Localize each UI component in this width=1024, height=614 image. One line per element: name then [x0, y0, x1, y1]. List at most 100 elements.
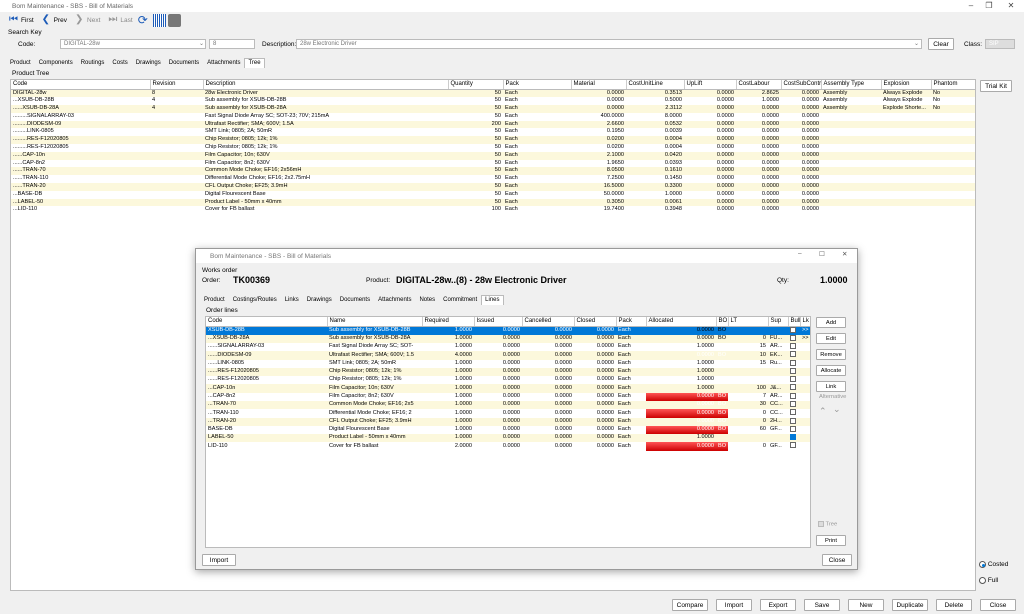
bulk-cell[interactable]	[788, 359, 800, 368]
bulk-checkbox-icon[interactable]	[790, 376, 796, 383]
clear-button[interactable]: Clear	[928, 38, 954, 50]
link-cell[interactable]	[800, 426, 810, 434]
tree-checkbox[interactable]: Tree	[818, 521, 837, 528]
print-icon[interactable]	[167, 13, 181, 27]
refresh-icon[interactable]: ⟳	[138, 13, 151, 27]
link-cell[interactable]	[800, 351, 810, 360]
close-button[interactable]: Close	[980, 599, 1016, 611]
add-button[interactable]: Add	[816, 317, 846, 328]
tab-attachments[interactable]: Attachments	[203, 58, 244, 68]
bulk-checkbox-icon[interactable]	[790, 343, 796, 350]
bulk-cell[interactable]	[788, 376, 800, 384]
order-col-pack[interactable]: Pack	[616, 317, 647, 327]
bulk-cell[interactable]	[788, 334, 800, 344]
bulk-checkbox-icon[interactable]	[790, 326, 796, 333]
minimize-icon[interactable]: –	[798, 250, 802, 257]
link-cell[interactable]	[800, 409, 810, 417]
bulk-cell[interactable]	[788, 351, 800, 360]
tree-col-assembly-type[interactable]: Assembly Type	[821, 80, 882, 90]
bulk-checkbox-icon[interactable]	[790, 359, 796, 366]
tree-col-uplift[interactable]: UpLift	[684, 80, 737, 90]
bulk-checkbox-icon[interactable]	[790, 425, 796, 432]
allocate-button[interactable]: Allocate	[816, 365, 846, 376]
print-button[interactable]: Print	[816, 535, 846, 546]
barcode-icon[interactable]	[152, 13, 166, 27]
tree-col-phantom[interactable]: Phantom	[931, 80, 975, 90]
order-col-sup[interactable]: Sup	[768, 317, 789, 327]
table-row[interactable]: .........DIODESM-09 Ultrafast Rectifier; …	[11, 120, 975, 129]
tree-col-explosion[interactable]: Explosion	[881, 80, 932, 90]
table-row[interactable]: ...LABEL-50 Product Label - 50mm x 40mm 50…	[11, 198, 975, 207]
dialog-tab-notes[interactable]: Notes	[415, 295, 439, 305]
tab-drawings[interactable]: Drawings	[132, 58, 165, 68]
table-row[interactable]: .........RES-F12020805 Chip Resistor; 080…	[11, 136, 975, 145]
dialog-tab-commitment[interactable]: Commitment	[439, 295, 481, 305]
tree-col-quantity[interactable]: Quantity	[448, 80, 504, 90]
order-col-allocated[interactable]: Allocated	[646, 317, 717, 327]
dialog-tab-links[interactable]: Links	[281, 295, 303, 305]
table-row[interactable]: ......XSUB-DB-28A 4 Sub assembly for XSUB-…	[11, 105, 975, 113]
link-cell[interactable]	[800, 442, 810, 450]
bulk-cell[interactable]	[788, 384, 800, 393]
table-row[interactable]: ...XSUB-DB-28B 4 Sub assembly for XSUB-DB-…	[11, 97, 975, 105]
minimize-icon[interactable]: –	[962, 0, 980, 12]
table-row[interactable]: XSUB-DB-28B Sub assembly for XSUB-DB-28B 1…	[206, 326, 810, 335]
table-row[interactable]: BASE-DB Digital Flourescent Base 1.0000 0.0…	[206, 425, 810, 435]
dialog-tab-costings-routes[interactable]: Costings/Routes	[229, 295, 281, 305]
restore-icon[interactable]: ☐	[819, 250, 825, 258]
tree-col-costlabour[interactable]: CostLabour	[736, 80, 782, 90]
order-col-issued[interactable]: Issued	[474, 317, 523, 327]
bulk-checkbox-icon[interactable]	[790, 417, 796, 424]
table-row[interactable]: ......TRAN-20 CFL Output Choke; EF25; 3.9…	[11, 183, 975, 191]
chevron-down-icon[interactable]: ⌄	[914, 40, 919, 47]
order-col-required[interactable]: Required	[422, 317, 475, 327]
close-icon[interactable]: ✕	[842, 250, 847, 258]
table-row[interactable]: ...TRAN-20 CFL Output Choke; EF25; 3.9mH 1…	[206, 417, 810, 426]
revision-input[interactable]: 8	[209, 39, 255, 49]
link-cell[interactable]: >>	[800, 334, 810, 344]
dialog-tab-product[interactable]: Product	[200, 295, 229, 305]
order-col-closed[interactable]: Closed	[574, 317, 617, 327]
tree-col-material[interactable]: Material	[571, 80, 627, 90]
table-row[interactable]: ......RES-F12020805 Chip Resistor; 0805; …	[206, 376, 810, 384]
class-input[interactable]: SIP	[985, 39, 1015, 49]
table-row[interactable]: ......TRAN-70 Common Mode Choke; EF16; 2x…	[11, 167, 975, 176]
table-row[interactable]: ...XSUB-DB-28A Sub assembly for XSUB-DB-2…	[206, 334, 810, 344]
table-row[interactable]: .........RES-F12020805 Chip Resistor; 080…	[11, 144, 975, 152]
bulk-cell[interactable]	[788, 434, 800, 443]
table-row[interactable]: LABEL-50 Product Label - 50mm x 40mm 1.000…	[206, 434, 810, 443]
link-cell[interactable]	[800, 360, 810, 368]
first-button[interactable]: ⏮ First	[6, 15, 37, 25]
table-row[interactable]: ...CAP-10n Film Capacitor; 10n; 630V 1.000…	[206, 384, 810, 393]
order-col-lk[interactable]: Lk	[800, 317, 810, 327]
chevron-down-icon[interactable]: ⌄	[199, 40, 204, 47]
order-col-bo[interactable]: BO	[716, 317, 729, 327]
order-col-cancelled[interactable]: Cancelled	[522, 317, 575, 327]
costed-radio[interactable]: Costed	[979, 561, 1008, 568]
bulk-cell[interactable]	[788, 343, 800, 351]
bulk-cell[interactable]	[788, 442, 800, 450]
bulk-cell[interactable]	[788, 425, 800, 434]
tree-col-pack[interactable]: Pack	[503, 80, 572, 90]
link-cell[interactable]	[800, 343, 810, 351]
bulk-checkbox-icon[interactable]	[790, 401, 796, 408]
restore-icon[interactable]: ❐	[980, 0, 998, 12]
table-row[interactable]: ...TRAN-70 Common Mode Choke; EF16; 2x5 1.…	[206, 401, 810, 410]
bulk-checkbox-icon[interactable]	[790, 409, 796, 416]
tree-col-description[interactable]: Description	[203, 80, 449, 90]
order-lines-grid[interactable]: Code Name Required Issued Cancelled Closed Pac…	[205, 316, 811, 548]
duplicate-button[interactable]: Duplicate	[892, 599, 928, 611]
link-cell[interactable]	[800, 384, 810, 393]
dialog-tab-lines[interactable]: Lines	[481, 295, 504, 305]
link-cell[interactable]	[800, 401, 810, 410]
trial-kit-button[interactable]: Trial Kit	[980, 80, 1012, 92]
new-button[interactable]: New	[848, 599, 884, 611]
dialog-tab-drawings[interactable]: Drawings	[303, 295, 336, 305]
arrow-down-icon[interactable]: ⌄	[833, 404, 841, 415]
table-row[interactable]: ...BASE-DB Digital Flourescent Base 50 Each…	[11, 191, 975, 199]
table-row[interactable]: .........LINK-0805 SMT Link; 0805; 2A; 50…	[11, 128, 975, 136]
table-row[interactable]: ......SIGNALARRAY-03 Fast Signal Diode Ar…	[206, 343, 810, 351]
order-col-bulk[interactable]: Bulk	[788, 317, 801, 327]
dialog-tab-attachments[interactable]: Attachments	[374, 295, 415, 305]
link-cell[interactable]: >>	[800, 326, 810, 335]
